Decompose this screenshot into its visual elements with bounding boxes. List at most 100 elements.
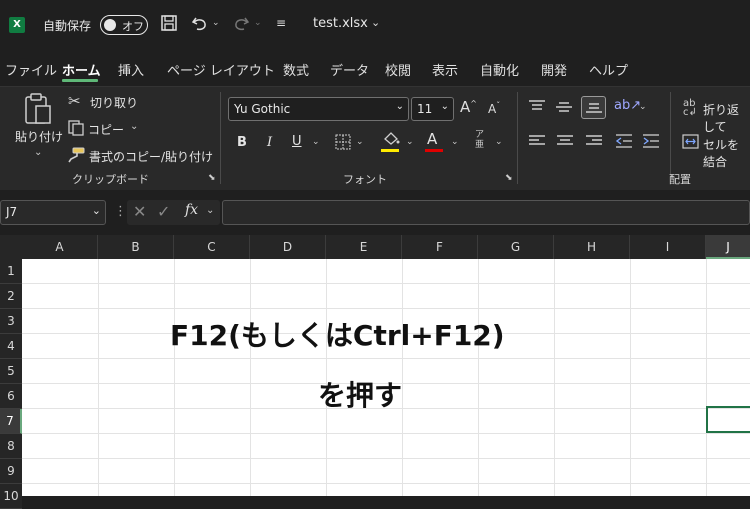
column-header-d[interactable]: D bbox=[250, 235, 326, 259]
formula-input[interactable] bbox=[222, 200, 750, 225]
row-header-5[interactable]: 5 bbox=[0, 359, 22, 384]
increase-indent-icon[interactable] bbox=[643, 134, 659, 151]
font-launcher-icon[interactable]: ⬊ bbox=[505, 173, 513, 183]
more-options-icon[interactable]: ⋮ bbox=[114, 204, 127, 219]
font-name-dropdown[interactable]: Yu Gothic ⌄ bbox=[228, 97, 409, 121]
format-painter-icon[interactable] bbox=[67, 147, 85, 166]
borders-dropdown-icon[interactable]: ⌄ bbox=[356, 137, 364, 147]
tab-data[interactable]: データ bbox=[330, 60, 369, 79]
cancel-icon[interactable]: ✕ bbox=[133, 202, 146, 221]
column-header-j[interactable]: J bbox=[706, 235, 750, 259]
row-header-10[interactable]: 10 bbox=[0, 484, 22, 509]
row-header-3[interactable]: 3 bbox=[0, 309, 22, 334]
fill-color-icon[interactable] bbox=[382, 131, 400, 150]
instruction-text-line-2: を押す bbox=[318, 379, 403, 412]
paste-button[interactable]: 貼り付け bbox=[15, 128, 63, 145]
toggle-knob bbox=[104, 19, 116, 31]
row-header-9[interactable]: 9 bbox=[0, 459, 22, 484]
font-color-dropdown-icon[interactable]: ⌄ bbox=[451, 137, 459, 147]
row-header-6[interactable]: 6 bbox=[0, 384, 22, 409]
format-painter-button[interactable]: 書式のコピー/貼り付け bbox=[89, 148, 213, 165]
font-group-label: フォント bbox=[343, 173, 387, 186]
chevron-down-icon: ⌄ bbox=[440, 101, 449, 112]
file-name[interactable]: test.xlsx bbox=[313, 16, 368, 31]
filename-chevron-icon[interactable]: ⌄ bbox=[371, 16, 380, 29]
tab-help[interactable]: ヘルプ bbox=[589, 60, 628, 79]
row-header-8[interactable]: 8 bbox=[0, 434, 22, 459]
wrap-text-button[interactable]: 折り返して bbox=[703, 101, 750, 135]
increase-font-size-icon[interactable]: A^ bbox=[460, 98, 477, 116]
excel-app-icon: X bbox=[9, 17, 25, 33]
copy-dropdown-icon[interactable]: ⌄ bbox=[130, 121, 138, 132]
phonetic-dropdown-icon[interactable]: ⌄ bbox=[495, 137, 503, 147]
grid-line bbox=[98, 259, 99, 496]
align-middle-icon[interactable] bbox=[556, 101, 572, 116]
column-header-b[interactable]: B bbox=[98, 235, 174, 259]
column-header-c[interactable]: C bbox=[174, 235, 250, 259]
autosave-toggle[interactable]: オフ bbox=[100, 15, 148, 35]
tab-page-layout[interactable]: ページ レイアウト bbox=[167, 60, 275, 79]
tab-formulas[interactable]: 数式 bbox=[283, 60, 309, 79]
tab-home[interactable]: ホーム bbox=[62, 60, 101, 79]
phonetic-guide-icon[interactable]: ア亜 bbox=[475, 130, 484, 150]
underline-dropdown-icon[interactable]: ⌄ bbox=[312, 137, 320, 147]
align-right-icon[interactable] bbox=[586, 135, 602, 150]
undo-icon[interactable] bbox=[191, 14, 209, 36]
font-color-button[interactable]: A bbox=[427, 130, 437, 148]
column-header-h[interactable]: H bbox=[554, 235, 630, 259]
tab-review[interactable]: 校閲 bbox=[385, 60, 411, 79]
align-center-icon[interactable] bbox=[557, 135, 573, 150]
underline-button[interactable]: U bbox=[292, 134, 302, 149]
paste-dropdown-icon[interactable]: ⌄ bbox=[34, 147, 42, 158]
tab-file[interactable]: ファイル bbox=[5, 60, 57, 79]
active-cell-j7[interactable] bbox=[706, 406, 750, 433]
column-header-e[interactable]: E bbox=[326, 235, 402, 259]
tab-view[interactable]: 表示 bbox=[432, 60, 458, 79]
redo-dropdown-icon: ⌄ bbox=[254, 18, 262, 28]
row-header-1[interactable]: 1 bbox=[0, 259, 22, 284]
copy-button[interactable]: コピー bbox=[88, 121, 124, 138]
column-header-a[interactable]: A bbox=[22, 235, 98, 259]
paste-icon[interactable] bbox=[23, 93, 53, 128]
wrap-text-icon[interactable]: ab c↲ bbox=[683, 99, 697, 118]
copy-icon[interactable] bbox=[68, 120, 84, 139]
save-icon[interactable] bbox=[160, 14, 178, 36]
tab-automate[interactable]: 自動化 bbox=[480, 60, 519, 79]
tab-developer[interactable]: 開発 bbox=[541, 60, 567, 79]
italic-button[interactable]: I bbox=[267, 135, 272, 150]
row-header-2[interactable]: 2 bbox=[0, 284, 22, 309]
active-tab-indicator bbox=[62, 79, 98, 82]
align-left-icon[interactable] bbox=[529, 135, 545, 150]
name-box[interactable]: J7 ⌄ bbox=[0, 200, 106, 225]
orientation-icon[interactable]: ab↗ bbox=[614, 98, 641, 113]
insert-function-button[interactable]: fx bbox=[185, 202, 198, 218]
merge-center-icon[interactable] bbox=[682, 134, 699, 152]
bold-button[interactable]: B bbox=[237, 135, 247, 150]
orientation-dropdown-icon[interactable]: ⌄ bbox=[639, 102, 647, 112]
column-header-i[interactable]: I bbox=[630, 235, 706, 259]
font-size-dropdown[interactable]: 11 ⌄ bbox=[411, 97, 454, 121]
align-bottom-button[interactable] bbox=[581, 96, 606, 119]
grid-line bbox=[402, 259, 403, 496]
enter-icon[interactable]: ✓ bbox=[157, 202, 170, 221]
align-top-icon[interactable] bbox=[529, 100, 545, 115]
fill-color-swatch bbox=[381, 149, 399, 152]
column-header-g[interactable]: G bbox=[478, 235, 554, 259]
column-header-f[interactable]: F bbox=[402, 235, 478, 259]
row-header-4[interactable]: 4 bbox=[0, 334, 22, 359]
decrease-font-size-icon[interactable]: Aˇ bbox=[488, 101, 500, 116]
decrease-indent-icon[interactable] bbox=[615, 134, 632, 151]
borders-icon[interactable] bbox=[335, 134, 351, 153]
clipboard-group-label: クリップボード bbox=[72, 173, 149, 186]
grid-line bbox=[22, 458, 750, 459]
clipboard-launcher-icon[interactable]: ⬊ bbox=[208, 173, 216, 183]
customize-qat-icon[interactable]: ≡ bbox=[276, 16, 286, 30]
fill-color-dropdown-icon[interactable]: ⌄ bbox=[406, 137, 414, 147]
cut-button[interactable]: 切り取り bbox=[90, 94, 138, 111]
merge-center-button[interactable]: セルを結合 bbox=[703, 136, 750, 170]
tab-insert[interactable]: 挿入 bbox=[118, 60, 144, 79]
undo-dropdown-icon[interactable]: ⌄ bbox=[212, 18, 220, 28]
scissors-icon[interactable]: ✂ bbox=[68, 92, 81, 110]
row-header-7[interactable]: 7 bbox=[0, 409, 22, 434]
fx-dropdown-icon[interactable]: ⌄ bbox=[206, 205, 214, 216]
